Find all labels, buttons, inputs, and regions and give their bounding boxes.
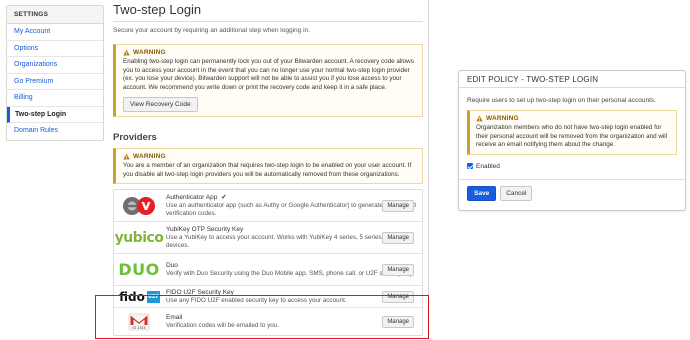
settings-page: SETTINGS My Account Options Organization… bbox=[0, 0, 429, 340]
warning-icon bbox=[476, 115, 483, 122]
warning-heading: WARNING bbox=[123, 49, 416, 56]
provider-name: YubiKey OTP Security Key bbox=[166, 225, 244, 233]
sidebar-item-billing[interactable]: Billing bbox=[7, 90, 103, 107]
edit-policy-modal: EDIT POLICY - TWO-STEP LOGIN Require use… bbox=[458, 70, 686, 211]
providers-heading: Providers bbox=[113, 132, 157, 143]
provider-description: Verification codes will be emailed to yo… bbox=[166, 321, 280, 329]
modal-warning: WARNING Organization members who do not … bbox=[467, 110, 677, 155]
provider-duo: DUO Duo Verify with Duo Security using t… bbox=[114, 254, 422, 286]
sidebar-item-go-premium[interactable]: Go Premium bbox=[7, 74, 103, 90]
email-logo: 01 2315 bbox=[117, 310, 161, 334]
providers-warning-text: You are a member of an organization that… bbox=[123, 162, 412, 178]
enabled-checkbox-row[interactable]: Enabled bbox=[467, 163, 677, 170]
provider-name-row: Authenticator App ✔ bbox=[166, 194, 419, 202]
providers-warning: WARNING You are a member of an organizat… bbox=[113, 148, 423, 184]
manage-duo-button[interactable]: Manage bbox=[382, 263, 414, 276]
provider-name: Authenticator App bbox=[166, 193, 218, 201]
modal-description: Require users to set up two-step login o… bbox=[467, 97, 656, 104]
email-code-text: 01 2315 bbox=[132, 326, 145, 330]
provider-name: FIDO U2F Security Key bbox=[166, 288, 234, 296]
intro-text: Secure your account by requiring an addi… bbox=[113, 27, 310, 34]
warning-text: Enabling two-step login can permanently … bbox=[123, 58, 414, 91]
sidebar-item-options[interactable]: Options bbox=[7, 41, 103, 57]
settings-sidebar: SETTINGS My Account Options Organization… bbox=[6, 5, 104, 141]
enabled-check-icon: ✔ bbox=[221, 193, 227, 201]
cancel-button[interactable]: Cancel bbox=[500, 185, 533, 201]
yubico-logo-text: yubico bbox=[114, 229, 164, 246]
provider-info: Email Verification codes will be emailed… bbox=[166, 314, 419, 330]
sidebar-item-organizations[interactable]: Organizations bbox=[7, 57, 103, 74]
provider-fido-u2f: fido U2F FIDO U2F Security Key Use any FI… bbox=[114, 286, 422, 308]
view-recovery-code-button[interactable]: View Recovery Code bbox=[123, 97, 198, 112]
provider-info: FIDO U2F Security Key Use any FIDO U2F e… bbox=[166, 289, 419, 305]
enabled-checkbox[interactable] bbox=[467, 163, 473, 169]
sidebar-header: SETTINGS bbox=[7, 6, 103, 24]
providers-warning-heading: WARNING bbox=[123, 153, 416, 160]
fido-logo: fido U2F bbox=[117, 287, 161, 307]
provider-name: Duo bbox=[166, 261, 178, 269]
modal-warning-title: WARNING bbox=[486, 115, 519, 122]
warning-title: WARNING bbox=[133, 49, 166, 56]
yubico-logo: yubico bbox=[114, 226, 164, 250]
provider-info: Authenticator App ✔ Use an authenticator… bbox=[166, 194, 419, 218]
manage-yubikey-button[interactable]: Manage bbox=[382, 231, 414, 244]
fido-u2f-badge: U2F bbox=[146, 290, 160, 303]
sidebar-item-two-step-login[interactable]: Two-step Login bbox=[7, 106, 103, 123]
modal-body: Require users to set up two-step login o… bbox=[459, 88, 685, 201]
provider-description: Verify with Duo Security using the Duo M… bbox=[166, 269, 415, 277]
provider-info: YubiKey OTP Security Key Use a YubiKey t… bbox=[166, 226, 419, 250]
provider-description: Use an authenticator app (such as Authy … bbox=[166, 201, 416, 217]
provider-info: Duo Verify with Duo Security using the D… bbox=[166, 262, 419, 278]
sidebar-item-my-account[interactable]: My Account bbox=[7, 24, 103, 41]
provider-authenticator: Authenticator App ✔ Use an authenticator… bbox=[114, 190, 422, 222]
provider-name: Email bbox=[166, 313, 183, 321]
providers-list: Authenticator App ✔ Use an authenticator… bbox=[113, 189, 423, 336]
authenticator-logo bbox=[117, 194, 161, 218]
enabled-checkbox-label: Enabled bbox=[476, 162, 500, 170]
sidebar-item-domain-rules[interactable]: Domain Rules bbox=[7, 123, 103, 140]
modal-warning-text: Organization members who do not have two… bbox=[476, 124, 668, 148]
warning-icon bbox=[123, 153, 130, 160]
duo-logo-text: DUO bbox=[118, 260, 160, 279]
manage-fido-button[interactable]: Manage bbox=[382, 290, 414, 303]
recovery-warning: WARNING Enabling two-step login can perm… bbox=[113, 44, 423, 117]
modal-warning-heading: WARNING bbox=[476, 115, 670, 122]
modal-title: EDIT POLICY - TWO-STEP LOGIN bbox=[459, 71, 685, 88]
fido-logo-text: fido bbox=[118, 289, 146, 304]
page-title: Two-step Login bbox=[113, 3, 423, 22]
save-button[interactable]: Save bbox=[467, 185, 497, 201]
warning-icon bbox=[123, 49, 130, 56]
duo-logo: DUO bbox=[117, 258, 161, 282]
providers-warning-title: WARNING bbox=[133, 153, 166, 160]
manage-authenticator-button[interactable]: Manage bbox=[382, 199, 414, 212]
manage-email-button[interactable]: Manage bbox=[382, 315, 414, 328]
provider-description: Use any FIDO U2F enabled security key to… bbox=[166, 296, 347, 304]
provider-yubikey: yubico YubiKey OTP Security Key Use a Yu… bbox=[114, 222, 422, 254]
main-content: Two-step Login Secure your account by re… bbox=[113, 3, 423, 336]
modal-footer: Save Cancel bbox=[459, 178, 685, 201]
provider-email: 01 2315 Email Verification codes will be… bbox=[114, 308, 422, 335]
provider-description: Use a YubiKey to access your account. Wo… bbox=[166, 233, 412, 249]
